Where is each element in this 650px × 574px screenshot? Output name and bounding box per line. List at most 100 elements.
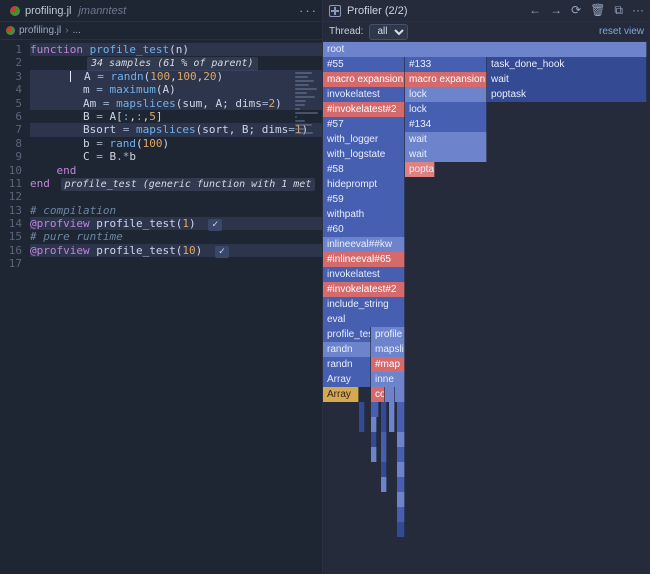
flame-frame[interactable]: wait [487,72,647,87]
flame-frame[interactable]: #invokelatest#2 [323,282,405,297]
flame-frame[interactable]: macro expansion [323,72,405,87]
flame-frame[interactable] [397,417,405,432]
flame-frame[interactable]: withpath [323,207,405,222]
profiler-title: Profiler (2/2) [347,5,408,17]
flame-frame[interactable] [395,387,405,402]
code-area[interactable]: 123 456 789 101112 131415 1617 function … [0,40,322,574]
editor-tab-workspace: jmanntest [78,5,126,17]
flame-frame[interactable] [397,432,405,447]
flame-frame[interactable] [397,522,405,537]
flame-frame[interactable]: invokelatest [323,267,405,282]
code-line: A = randn(100,100,20) [30,70,322,83]
flame-frame[interactable]: #134 [405,117,487,132]
flame-frame[interactable] [397,477,405,492]
code-lines[interactable]: function profile_test(n) 34 samples (61 … [30,40,322,574]
flame-frame[interactable] [359,417,365,432]
flame-frame[interactable] [381,417,387,432]
forward-button[interactable]: → [550,3,562,18]
flame-frame[interactable]: #59 [323,192,405,207]
flame-frame[interactable] [381,477,387,492]
flame-frame[interactable] [397,507,405,522]
flame-frame[interactable] [371,447,377,462]
flame-frame[interactable] [371,417,377,432]
thread-label: Thread: [329,26,363,37]
flame-frame[interactable]: Array [323,372,371,387]
open-button[interactable]: ⧉ [614,3,623,18]
flame-frame[interactable]: root [323,42,647,57]
flame-frame[interactable]: profile_test [323,327,371,342]
flame-frame[interactable]: poptask [487,87,647,102]
flame-frame[interactable]: #133 [405,57,487,72]
minimap[interactable] [292,68,322,218]
flame-frame[interactable]: #invokelatest#2 [323,102,405,117]
flame-frame[interactable]: #57 [323,117,405,132]
flame-frame[interactable]: include_string [323,297,405,312]
profiler-actions: ← → ⟳ 🗑 ⧉ ··· [529,3,644,18]
flame-frame[interactable] [359,402,365,417]
flame-frame[interactable] [381,402,387,417]
flame-frame[interactable] [381,462,387,477]
reset-view-button[interactable]: reset view [599,26,644,37]
code-line: # compilation [30,204,322,217]
more-button[interactable]: ··· [632,3,644,18]
flame-frame[interactable] [371,402,379,417]
inline-result: profile_test (generic function with 1 me… [61,178,316,191]
flame-frame[interactable] [381,432,387,447]
inline-hint: 34 samples (61 % of parent) [87,57,258,70]
flame-frame[interactable] [397,402,405,417]
flame-frame[interactable]: randn [323,342,371,357]
flame-frame[interactable] [397,447,405,462]
flame-frame[interactable]: #map [371,357,405,372]
editor-tab-actions[interactable]: ··· [299,3,318,18]
flame-frame[interactable] [397,462,405,477]
flame-frame[interactable]: with_logger [323,132,405,147]
editor-tab-file: profiling.jl [25,5,71,17]
breadcrumb[interactable]: profiling.jl › ... [0,22,322,40]
code-line: B = A[:,:,5] [30,110,322,123]
flame-frame[interactable]: #58 [323,162,405,177]
profiler-toolbar: Thread: all reset view [323,22,650,42]
profiler-tab-bar: Profiler (2/2) ← → ⟳ 🗑 ⧉ ··· [323,0,650,22]
flame-frame[interactable]: poptask [405,162,435,177]
flame-frame[interactable]: Array [323,387,359,402]
flame-frame[interactable] [385,387,395,402]
code-line [30,257,322,270]
code-line: end profile_test (generic function with … [30,177,322,190]
flame-frame[interactable]: hideprompt [323,177,405,192]
flame-frame[interactable]: lock [405,102,487,117]
flame-frame[interactable]: task_done_hook [487,57,647,72]
editor-tab[interactable]: profiling.jl jmanntest [4,3,132,19]
flame-frame[interactable] [381,447,387,462]
flame-frame[interactable]: inne [371,372,405,387]
flame-frame[interactable]: invokelatest [323,87,405,102]
code-line: function profile_test(n) [30,43,322,56]
flame-graph[interactable]: root#55#133task_done_hookmacro expansion… [323,42,650,574]
flame-frame[interactable]: #60 [323,222,405,237]
flame-frame[interactable]: profile [371,327,405,342]
flame-frame[interactable] [389,402,395,417]
code-line: Bsort = mapslices(sort, B; dims=1) [30,123,322,136]
chevron-right-icon: › [65,25,68,36]
flame-frame[interactable]: wait [405,147,487,162]
flame-frame[interactable]: with_logstate [323,147,405,162]
flame-frame[interactable]: #inlineeval#65 [323,252,405,267]
thread-select[interactable]: all [369,24,408,40]
flame-frame[interactable] [397,492,405,507]
code-line: @profview profile_test(10) ✓ [30,244,322,257]
code-line: Am = mapslices(sum, A; dims=2) [30,97,322,110]
refresh-button[interactable]: ⟳ [571,3,581,18]
trash-button[interactable]: 🗑 [590,3,605,18]
flame-frame[interactable]: eval [323,312,405,327]
flame-frame[interactable] [389,417,395,432]
julia-icon [6,26,15,35]
flame-frame[interactable]: lock [405,87,487,102]
flame-frame[interactable] [371,432,377,447]
flame-frame[interactable]: co [371,387,385,402]
flame-frame[interactable]: wait [405,132,487,147]
back-button[interactable]: ← [529,3,541,18]
flame-frame[interactable]: inlineeval##kw [323,237,405,252]
flame-frame[interactable]: mapsli [371,342,405,357]
flame-frame[interactable]: randn [323,357,371,372]
flame-frame[interactable]: #55 [323,57,405,72]
flame-frame[interactable]: macro expansion [405,72,487,87]
